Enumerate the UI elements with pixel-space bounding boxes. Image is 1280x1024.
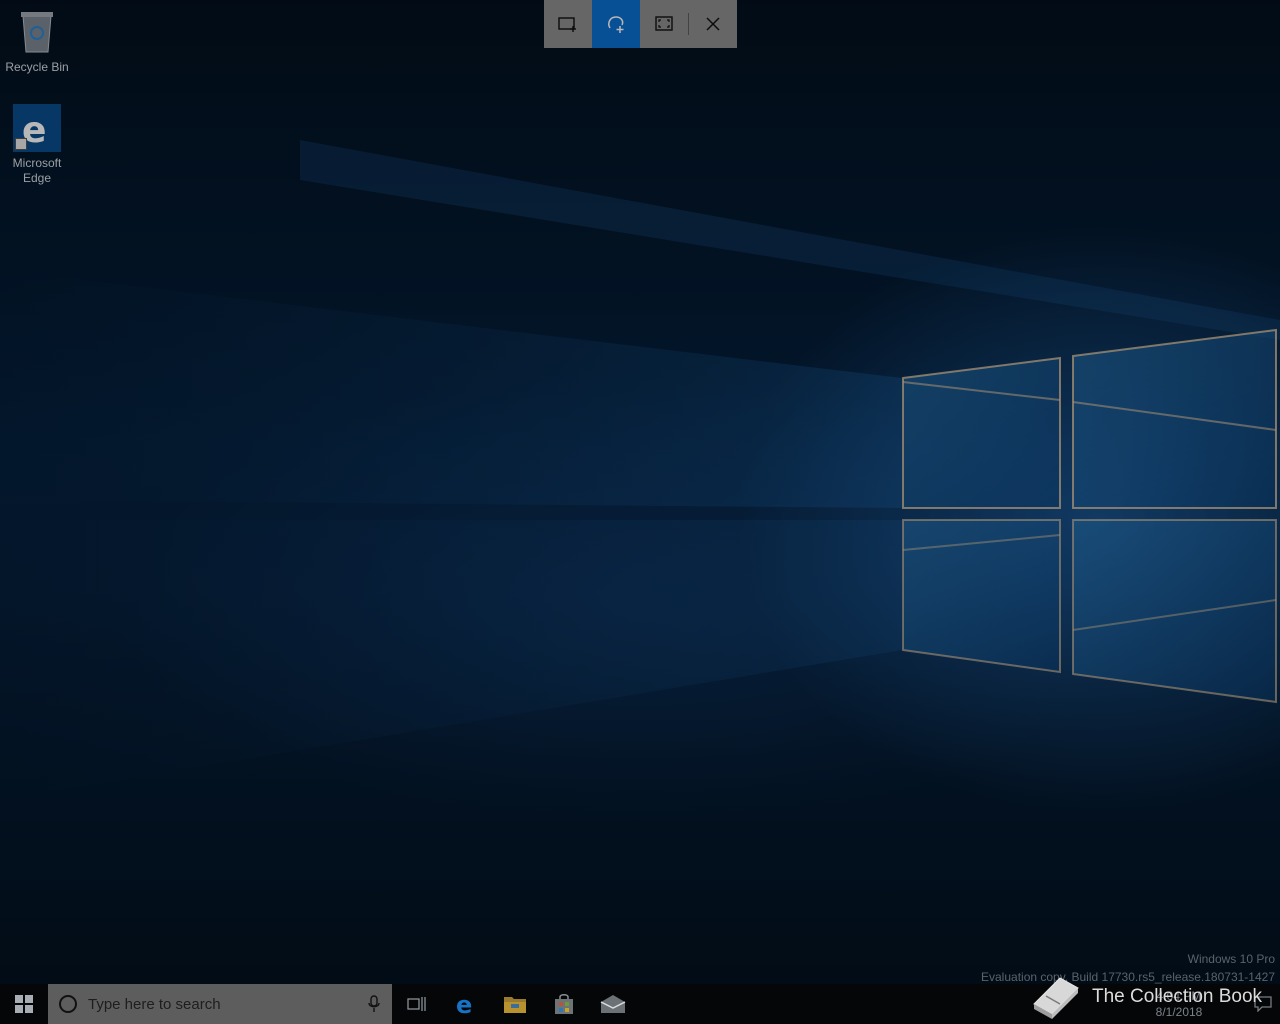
fullscreen-snip-button[interactable] [640, 0, 688, 48]
rectangular-snip-icon [558, 17, 576, 32]
svg-text:e: e [456, 992, 472, 1016]
shortcut-arrow-icon [15, 138, 27, 150]
microphone-icon[interactable] [368, 995, 380, 1013]
file-explorer-icon [503, 997, 526, 1013]
windows-icon [15, 995, 33, 1013]
freeform-snip-icon [608, 16, 624, 33]
edge-icon: e [13, 104, 61, 152]
taskbar-file-explorer[interactable] [490, 984, 539, 1024]
close-snip-button[interactable] [689, 0, 737, 48]
recycle-bin-icon [17, 6, 57, 56]
brand-text: The Collection Book [1092, 986, 1263, 1007]
taskbar-mail[interactable] [588, 984, 637, 1024]
freeform-snip-button[interactable] [592, 0, 640, 48]
windows-logo-light [0, 140, 1280, 800]
recycle-bin-label: Recycle Bin [5, 60, 69, 74]
microsoft-edge-label: Microsoft Edge [12, 156, 62, 185]
recycle-bin-shortcut[interactable]: Recycle Bin [0, 6, 74, 75]
microsoft-edge-shortcut[interactable]: e Microsoft Edge [0, 104, 74, 186]
edition-text: Windows 10 Pro [1187, 952, 1275, 966]
edge-icon: e [456, 992, 472, 1016]
start-button[interactable] [0, 984, 48, 1024]
search-placeholder: Type here to search [88, 995, 221, 1013]
cortana-icon [59, 995, 77, 1013]
desktop-wallpaper [0, 0, 1280, 984]
book-icon [1033, 977, 1079, 1019]
task-view-button[interactable] [392, 984, 441, 1024]
collection-book-branding: The Collection Book [1030, 974, 1262, 1020]
mail-icon [600, 995, 625, 1013]
rectangular-snip-button[interactable] [544, 0, 592, 48]
taskbar-store[interactable] [539, 984, 588, 1024]
taskbar-edge[interactable]: e [441, 984, 490, 1024]
store-icon [554, 994, 573, 1014]
close-icon [706, 17, 720, 31]
snip-toolbar [544, 0, 737, 48]
search-box[interactable]: Type here to search [48, 984, 392, 1024]
fullscreen-snip-icon [655, 16, 673, 31]
task-view-icon [406, 997, 426, 1011]
